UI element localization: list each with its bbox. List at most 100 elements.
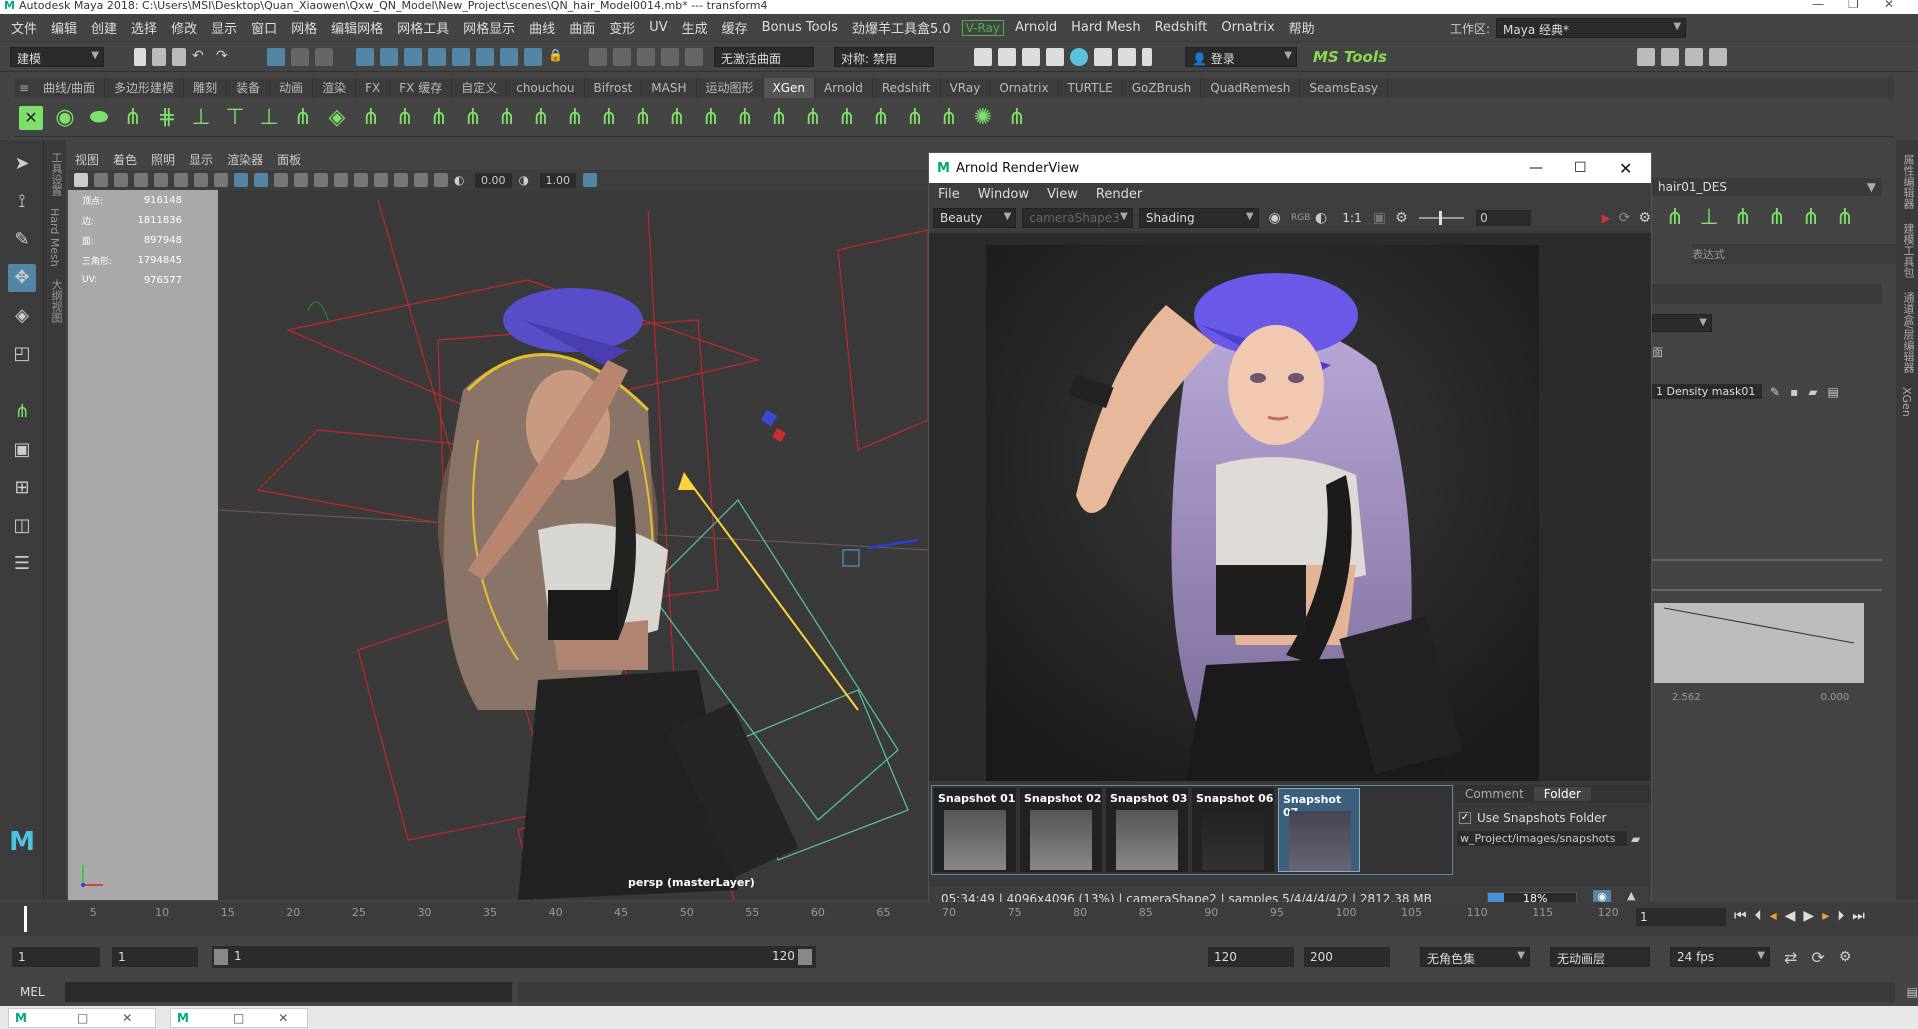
current-time-marker[interactable] — [24, 906, 27, 932]
renderview-menu-1[interactable]: Window — [969, 187, 1038, 202]
image-plane-icon[interactable] — [134, 173, 148, 187]
four-view-icon[interactable]: ⊞ — [8, 474, 36, 502]
shelf-tab-1[interactable]: 多边形建模 — [105, 78, 185, 98]
workspace-select[interactable]: Maya 经典* ▼ — [1496, 18, 1687, 38]
menu-item-9[interactable]: 网格工具 — [390, 18, 456, 37]
menu-item-5[interactable]: 显示 — [204, 18, 244, 37]
menu-item-6[interactable]: 窗口 — [244, 18, 284, 37]
folder-icon[interactable]: ▰ — [1631, 832, 1640, 846]
use-snapshots-checkbox[interactable]: ✓ — [1459, 812, 1471, 824]
playback-end-field[interactable]: 120 — [1208, 947, 1294, 967]
range-slider-left-handle[interactable] — [214, 949, 228, 965]
step-forward-frame-icon[interactable]: ▸ — [1822, 908, 1829, 924]
expression-edit-icon[interactable]: ✎ — [1770, 385, 1780, 399]
viewport-menu-3[interactable]: 显示 — [182, 151, 220, 168]
xgen-shelf-tool-28-icon[interactable]: ✺ — [971, 105, 995, 130]
auto-key-icon[interactable]: ⟳ — [1811, 948, 1824, 967]
shelf-tab-15[interactable]: Redshift — [873, 78, 941, 98]
input-ops-icon[interactable] — [589, 47, 607, 66]
anim-end-field[interactable]: 200 — [1304, 947, 1390, 967]
xgen-shelf-tool-21-icon[interactable]: ⋔ — [733, 105, 757, 130]
xgen-tool-icon[interactable]: ⋔ — [8, 398, 36, 426]
snapshot-thumb[interactable]: Snapshot 02 — [1020, 788, 1102, 872]
scale-tool-icon[interactable]: ◰ — [8, 340, 36, 368]
shelf-tab-19[interactable]: GoZBrush — [1123, 78, 1202, 98]
ao-icon[interactable] — [334, 173, 348, 187]
ms-tools-logo[interactable]: MS Tools — [1313, 48, 1387, 66]
shelf-tab-12[interactable]: 运动图形 — [697, 78, 764, 98]
camera-select[interactable]: cameraShape3 ▼ — [1022, 208, 1133, 228]
grid-icon[interactable] — [154, 173, 168, 187]
ramp-value-right[interactable]: 0.000 — [1821, 692, 1850, 703]
xgen-sculpt-icon[interactable]: ⋔ — [1765, 206, 1789, 230]
color-management-icon[interactable] — [583, 173, 597, 187]
lights-icon[interactable] — [294, 173, 308, 187]
modeling-toolkit-icon[interactable] — [1636, 47, 1655, 66]
step-back-key-icon[interactable]: ⏴ — [1755, 908, 1762, 924]
xgen-shelf-tool-4-icon[interactable]: ⋕ — [155, 105, 179, 130]
hypershade-icon[interactable] — [1046, 47, 1064, 66]
shelf-tab-9[interactable]: chouchou — [507, 78, 585, 98]
right-vtab-2[interactable]: 通道盒/层编辑器 — [1900, 292, 1916, 373]
menu-item-vray[interactable]: V-Ray — [961, 19, 1005, 36]
soft-select-icon[interactable] — [661, 47, 679, 66]
time-ruler[interactable]: 5 10 15 20 25 30 35 40 45 50 55 60 65 70 75 80 85 90 95 100… — [24, 902, 1624, 936]
xgen-shelf-tool-0-icon[interactable]: ✕ — [19, 105, 43, 130]
menu-item-2[interactable]: 创建 — [84, 18, 124, 37]
step-back-frame-icon[interactable]: ◂ — [1770, 908, 1777, 924]
close-icon[interactable]: ✕ — [1884, 0, 1894, 10]
login-button[interactable]: 👤 登录 ▼ — [1185, 46, 1297, 67]
shelf-tab-13[interactable]: XGen — [763, 78, 816, 98]
render-current-icon[interactable] — [974, 47, 992, 66]
shelf-tab-17[interactable]: Ornatrix — [990, 78, 1059, 98]
attr-slider-1[interactable] — [1652, 559, 1882, 561]
ramp-value-left[interactable]: 2.562 — [1672, 692, 1701, 703]
open-scene-icon[interactable] — [152, 47, 166, 66]
menu-item-15[interactable]: 生成 — [675, 18, 715, 37]
shelf-options-icon[interactable]: ≡ — [14, 81, 34, 95]
textured-icon[interactable] — [274, 173, 288, 187]
renderview-settings-icon[interactable]: ⚙ — [1638, 210, 1651, 226]
anim-layer-select[interactable]: 无动画层 — [1550, 947, 1650, 967]
go-to-end-icon[interactable]: ⏭ — [1852, 908, 1865, 924]
xgen-shelf-tool-27-icon[interactable]: ⋔ — [937, 105, 961, 130]
pause-icon[interactable] — [1142, 47, 1152, 66]
density-mode-select[interactable]: ▼ — [1652, 314, 1712, 332]
xgen-lock-icon[interactable]: ⊥ — [1697, 206, 1721, 230]
xgen-shelf-tool-6-icon[interactable]: ⊤ — [223, 105, 247, 130]
xgen-guide-icon[interactable]: ⋔ — [1663, 206, 1687, 230]
history-icon[interactable] — [500, 47, 518, 66]
stop-render-icon[interactable]: ▶ — [1601, 211, 1610, 225]
script-editor-icon[interactable]: ▤ — [1907, 985, 1918, 999]
play-backwards-icon[interactable]: ◀ — [1785, 908, 1796, 924]
undo-icon[interactable]: ↶ — [192, 48, 210, 66]
close-icon[interactable]: ✕ — [1619, 159, 1632, 178]
exposure-field[interactable]: 0.00 — [475, 172, 512, 188]
falloff-ramp[interactable] — [1654, 603, 1864, 683]
camera-icon[interactable] — [74, 173, 88, 187]
persp-viewport[interactable]: 顶点:91614800边:181183600面:89794800三角形:1794… — [68, 190, 928, 900]
go-to-start-icon[interactable]: ⏮ — [1734, 908, 1747, 924]
viewport-menu-0[interactable]: 视图 — [68, 151, 106, 168]
make-live-icon[interactable] — [476, 47, 494, 66]
close-icon[interactable]: ✕ — [122, 1011, 132, 1025]
lasso-tool-icon[interactable]: ⟟ — [8, 188, 36, 216]
minimize-icon[interactable]: — — [1529, 160, 1543, 176]
shelf-tab-6[interactable]: FX — [356, 78, 391, 98]
menu-item2-1[interactable]: Hard Mesh — [1064, 20, 1147, 35]
render-settings-icon[interactable] — [1022, 47, 1040, 66]
tool-settings-icon[interactable] — [1684, 47, 1703, 66]
two-view-icon[interactable]: ◫ — [8, 512, 36, 540]
rgb-icon[interactable]: RGB — [1291, 209, 1310, 227]
snap-curve-icon[interactable] — [380, 47, 398, 66]
time-slider[interactable]: 5 10 15 20 25 30 35 40 45 50 55 60 65 70 75 80 85 90 95 100… — [0, 902, 1918, 936]
right-vtab-3[interactable]: XGen — [1900, 387, 1913, 417]
shading-select[interactable]: Shading ▼ — [1138, 208, 1259, 228]
construction-icon[interactable] — [524, 47, 542, 66]
exposure-value[interactable]: 0 — [1476, 210, 1532, 226]
snap-point-icon[interactable] — [404, 47, 422, 66]
restore-icon[interactable]: □ — [77, 1011, 88, 1025]
menu-item-4[interactable]: 修改 — [164, 18, 204, 37]
snapshot-folder-path[interactable]: w_Project/images/snapshots — [1457, 831, 1627, 846]
channel-icon[interactable]: ◐ — [1315, 209, 1331, 227]
